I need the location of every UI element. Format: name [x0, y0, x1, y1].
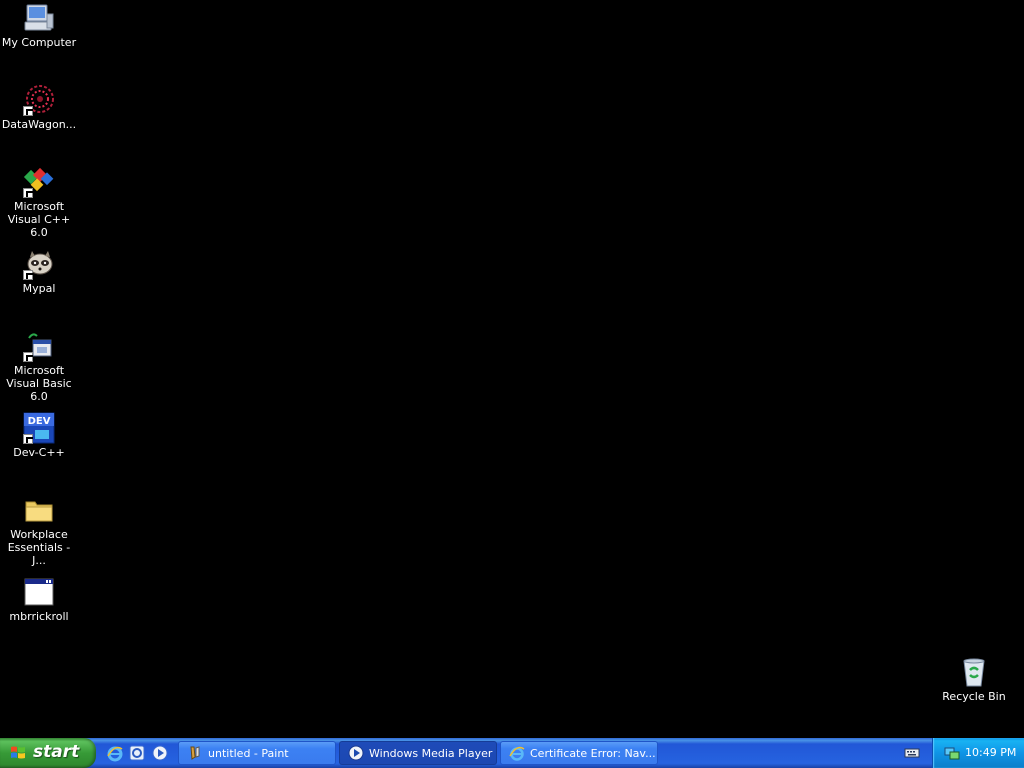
shortcut-arrow-icon: [23, 434, 33, 444]
clock[interactable]: 10:49 PM: [965, 746, 1016, 759]
media-player-icon[interactable]: [151, 744, 169, 762]
system-tray: 10:49 PM: [932, 738, 1024, 768]
shortcut-arrow-icon: [23, 352, 33, 362]
taskbar-button-label: Certificate Error: Nav...: [530, 747, 656, 760]
windows-flag-icon: [10, 745, 26, 761]
desktop: My Computer DataWagon... Microsoft Visua…: [0, 0, 1024, 738]
taskbar-button-label: Windows Media Player: [369, 747, 493, 760]
desktop-icon-visual-cpp[interactable]: Microsoft Visual C++ 6.0: [1, 166, 77, 239]
desktop-icon-label: Mypal: [22, 282, 56, 295]
folder-icon: [23, 494, 55, 526]
datawagon-icon: [23, 84, 55, 116]
taskbar-button-certificate-error[interactable]: Certificate Error: Nav...: [500, 741, 658, 765]
shortcut-arrow-icon: [23, 270, 33, 280]
desktop-icon-label: DataWagon...: [1, 118, 77, 131]
dev-cpp-icon: DEV: [23, 412, 55, 444]
recycle-bin-icon: [958, 656, 990, 688]
start-button[interactable]: start: [0, 738, 96, 768]
computer-icon: [23, 2, 55, 34]
taskbar-button-label: untitled - Paint: [208, 747, 289, 760]
desktop-icon-label: Microsoft Visual C++ 6.0: [7, 200, 71, 239]
keyboard-icon[interactable]: [904, 745, 920, 761]
svg-text:DEV: DEV: [28, 416, 51, 427]
desktop-icon-visual-basic[interactable]: Microsoft Visual Basic 6.0: [1, 330, 77, 403]
desktop-icon-label: Dev-C++: [13, 446, 65, 459]
visual-cpp-icon: [23, 166, 55, 198]
desktop-icon-label: Microsoft Visual Basic 6.0: [6, 364, 72, 403]
shortcut-arrow-icon: [23, 106, 33, 116]
media-player-icon: [348, 745, 364, 761]
mypal-raccoon-icon: [23, 248, 55, 280]
taskbar-button-paint[interactable]: untitled - Paint: [178, 741, 336, 765]
paint-icon: [187, 745, 203, 761]
desktop-icon-dev-cpp[interactable]: DEV Dev-C++: [1, 412, 77, 459]
desktop-icon-workplace-essentials[interactable]: Workplace Essentials - J...: [1, 494, 77, 567]
desktop-icon-label: Recycle Bin: [942, 690, 1006, 703]
start-label: start: [33, 742, 80, 762]
desktop-icon-mypal[interactable]: Mypal: [1, 248, 77, 295]
application-window-icon: [23, 576, 55, 608]
visual-basic-icon: [23, 330, 55, 362]
desktop-icon-label: Workplace Essentials - J...: [7, 528, 71, 567]
taskbar-button-windows-media-player[interactable]: Windows Media Player: [339, 741, 497, 765]
desktop-icon-datawagon[interactable]: DataWagon...: [1, 84, 77, 131]
desktop-icon-label: mbrrickroll: [9, 610, 69, 623]
desktop-icon-mbrrickroll[interactable]: mbrrickroll: [1, 576, 77, 623]
internet-explorer-icon: [509, 745, 525, 761]
desktop-icon-my-computer[interactable]: My Computer: [1, 2, 77, 49]
browser-icon[interactable]: [128, 744, 146, 762]
network-icon[interactable]: [943, 744, 961, 762]
shortcut-arrow-icon: [23, 188, 33, 198]
desktop-icon-recycle-bin[interactable]: Recycle Bin: [936, 656, 1012, 703]
desktop-icon-label: My Computer: [1, 36, 77, 49]
taskbar: start untitled - Paint Windows Media Pla…: [0, 738, 1024, 768]
internet-explorer-icon[interactable]: [106, 744, 124, 762]
